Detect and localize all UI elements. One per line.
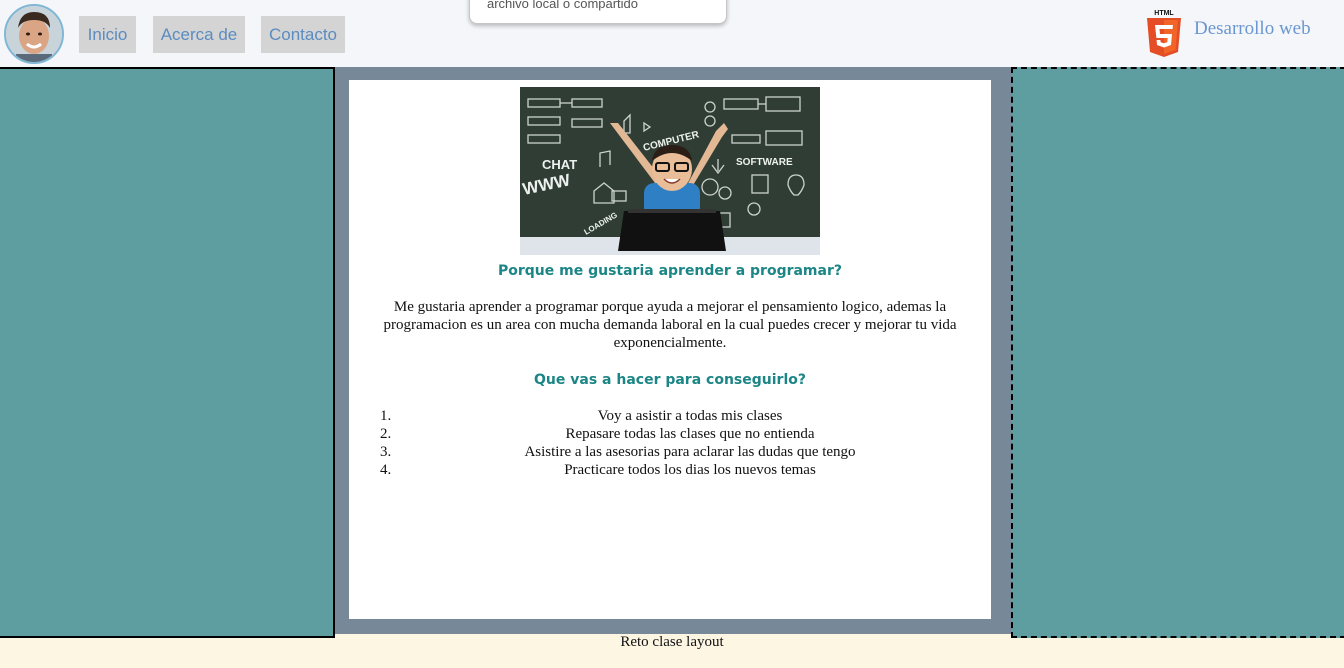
avatar-image [6, 6, 62, 62]
hero-image: CHAT WWW COMPUTER SOFTWARE LOADING [520, 87, 820, 255]
list-item-number: 1. [380, 408, 392, 424]
list-item: 3. Asistire a las asesorias para aclarar… [349, 443, 991, 461]
list-item: 2. Repasare todas las clases que no enti… [349, 425, 991, 443]
hero-word-chat: CHAT [542, 157, 577, 172]
footer-text: Reto clase layout [620, 634, 724, 650]
hero-word-software: SOFTWARE [736, 157, 793, 168]
profile-avatar [4, 4, 64, 64]
list-item-text: Repasare todas las clases que no entiend… [565, 426, 815, 442]
list-item: 1. Voy a asistir a todas mis clases [349, 407, 991, 425]
list-item-number: 3. [380, 444, 392, 460]
nav-link-inicio[interactable]: Inicio [79, 16, 136, 53]
main-section: CHAT WWW COMPUTER SOFTWARE LOADING Porqu… [335, 67, 1011, 634]
site-header: Inicio Acerca de Contacto archivo local … [0, 0, 1344, 67]
list-item-text: Practicare todos los dias los nuevos tem… [564, 462, 816, 478]
paragraph-reason: Me gustaria aprender a programar porque … [383, 299, 957, 351]
logo-label: HTML [1154, 10, 1174, 17]
page-footer: Reto clase layout [0, 634, 1344, 653]
heading-how-achieve: Que vas a hacer para conseguirlo? [534, 372, 806, 388]
list-item: 4. Practicare todos los dias los nuevos … [349, 461, 991, 479]
nav-link-contacto[interactable]: Contacto [261, 16, 345, 53]
goals-list: 1. Voy a asistir a todas mis clases 2. R… [349, 407, 991, 479]
list-item-number: 4. [380, 462, 392, 478]
nav-link-acerca-de[interactable]: Acerca de [153, 16, 245, 53]
right-sidebar [1011, 67, 1344, 638]
content-card: CHAT WWW COMPUTER SOFTWARE LOADING Porqu… [349, 80, 991, 619]
html5-logo-icon: HTML [1142, 7, 1186, 59]
left-sidebar [0, 67, 335, 638]
heading-why-program: Porque me gustaria aprender a programar? [497, 263, 842, 279]
tooltip-text: archivo local o compartido [487, 0, 639, 11]
file-tooltip: archivo local o compartido [469, 0, 727, 24]
list-item-text: Voy a asistir a todas mis clases [597, 408, 783, 424]
brand-link[interactable]: Desarrollo web [1194, 18, 1311, 40]
list-item-text: Asistire a las asesorias para aclarar la… [524, 444, 856, 460]
list-item-number: 2. [380, 426, 392, 442]
